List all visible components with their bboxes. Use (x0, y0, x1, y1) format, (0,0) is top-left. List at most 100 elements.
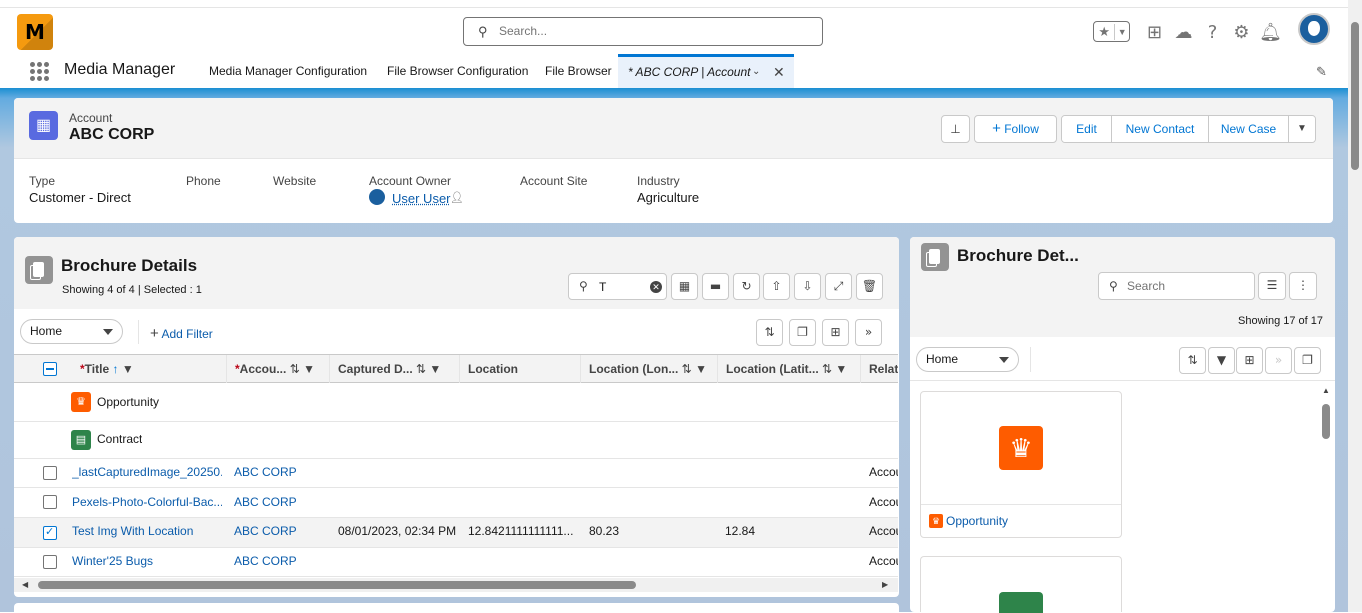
sort-icon[interactable]: ⇅ (682, 362, 692, 376)
gear-icon[interactable]: ⚙ (1227, 22, 1256, 43)
sort-icon[interactable]: ⇅ (1179, 347, 1206, 374)
expand-icon[interactable]: ⤢ (825, 273, 852, 300)
scroll-left-icon[interactable]: ◀ (22, 580, 28, 589)
side-vertical-scrollbar[interactable]: ▲ (1320, 386, 1332, 610)
record-name: ABC CORP (69, 126, 155, 143)
copy-icon[interactable]: ❐ (1294, 347, 1321, 374)
filter-icon[interactable]: ▼ (1208, 347, 1235, 374)
more-actions-button[interactable]: ▼ (1289, 116, 1315, 142)
tab-media-manager-configuration[interactable]: Media Manager Configuration (209, 54, 367, 88)
edit-button[interactable]: Edit (1062, 116, 1112, 142)
side-folder-select[interactable]: Home (916, 347, 1019, 372)
search-icon: ⚲ (478, 24, 488, 39)
row-checkbox[interactable] (43, 555, 57, 569)
row-title-link[interactable]: Pexels-Photo-Colorful-Bac... (72, 495, 222, 509)
row-account-link[interactable]: ABC CORP (234, 524, 297, 538)
more-options-icon[interactable]: ⋮ (1289, 272, 1317, 300)
close-icon[interactable]: ✕ (773, 57, 785, 87)
sort-icon[interactable]: ⇅ (290, 362, 300, 376)
tab-abc-corp-account[interactable]: * ABC CORP | Account ⌄ ✕ (618, 54, 794, 88)
row-account-link[interactable]: ABC CORP (234, 465, 297, 479)
row-title-link[interactable]: Test Img With Location (72, 524, 222, 538)
owner-avatar (369, 189, 385, 205)
list-view-icon[interactable]: ☰ (1258, 272, 1286, 300)
chevron-down-icon[interactable]: ⌄ (752, 57, 760, 87)
col-location-lat[interactable]: Location (Latit... ⇅ ▼ (718, 355, 861, 383)
app-launcher-icon[interactable] (30, 62, 49, 81)
app-logo[interactable]: M (17, 14, 53, 50)
add-icon[interactable]: ⊞ (1140, 22, 1169, 43)
col-location-lon[interactable]: Location (Lon... ⇅ ▼ (581, 355, 718, 383)
side-search-input[interactable]: ⚲ Search (1098, 272, 1255, 300)
edit-nav-icon[interactable]: ✎ (1316, 64, 1327, 80)
scroll-right-icon[interactable]: ▶ (882, 580, 888, 589)
clear-icon[interactable]: ✕ (650, 281, 662, 293)
folder-row[interactable]: ♛ Opportunity (14, 384, 898, 422)
new-case-button[interactable]: New Case (1209, 116, 1289, 142)
col-location[interactable]: Location (460, 355, 581, 383)
folder-tile[interactable]: ♛ ♛ Opportunity (920, 391, 1122, 538)
col-related[interactable]: Relat (861, 355, 898, 383)
filter-icon[interactable]: ▼ (122, 362, 134, 376)
new-folder-icon[interactable]: ⊞ (822, 319, 849, 346)
refresh-icon[interactable]: ↻ (733, 273, 760, 300)
table-view-icon[interactable]: ▬ (702, 273, 729, 300)
chevron-down-icon: ▼ (1117, 26, 1127, 37)
help-icon[interactable]: ? (1198, 22, 1227, 43)
delete-icon[interactable]: 🗑︎ (856, 273, 883, 300)
search-placeholder: Search... (499, 24, 548, 38)
tile-label[interactable]: Opportunity (946, 514, 1008, 528)
scrollbar-thumb[interactable] (38, 581, 636, 589)
row-checkbox[interactable] (43, 495, 57, 509)
sort-icon[interactable]: ⇅ (756, 319, 783, 346)
download-icon[interactable]: ⇩ (794, 273, 821, 300)
table-row[interactable]: Winter'25 Bugs ABC CORP Accou (14, 548, 898, 577)
user-avatar[interactable] (1298, 13, 1330, 45)
sort-icon[interactable]: ⇅ (416, 362, 426, 376)
new-folder-icon[interactable]: ⊞ (1236, 347, 1263, 374)
row-account-link[interactable]: ABC CORP (234, 495, 297, 509)
hierarchy-button[interactable]: ⊥ (941, 115, 970, 143)
trailhead-icon[interactable]: ☁ (1169, 22, 1198, 43)
table-row-selected[interactable]: Test Img With Location ABC CORP 08/01/20… (14, 518, 898, 548)
row-checkbox[interactable] (43, 466, 57, 480)
upload-icon[interactable]: ⇧ (763, 273, 790, 300)
col-title[interactable]: *Title ↑ ▼ (72, 355, 227, 383)
follow-button[interactable]: + Follow (974, 115, 1057, 143)
copy-icon[interactable]: ❐ (789, 319, 816, 346)
account-owner-link[interactable]: User User (392, 191, 451, 206)
change-owner-icon[interactable]: 👤︎ (450, 191, 464, 204)
global-search-input[interactable]: ⚲ Search... (463, 17, 823, 46)
table-row[interactable]: _lastCapturedImage_20250... ABC CORP Acc… (14, 459, 898, 488)
filter-icon[interactable]: ▼ (695, 362, 707, 376)
move-folder-icon[interactable]: » (855, 319, 882, 346)
folder-tile[interactable] (920, 556, 1122, 613)
sort-asc-icon[interactable]: ↑ (112, 362, 118, 376)
table-search-input[interactable]: ⚲ T ✕ (568, 273, 667, 300)
row-checkbox-checked[interactable] (43, 525, 57, 540)
row-title-link[interactable]: Winter'25 Bugs (72, 554, 222, 568)
tab-file-browser[interactable]: File Browser (545, 54, 612, 88)
horizontal-scrollbar[interactable]: ◀ ▶ (14, 578, 898, 592)
row-account-link[interactable]: ABC CORP (234, 554, 297, 568)
folder-select[interactable]: Home (20, 319, 123, 344)
bell-icon[interactable]: 🔔︎ (1256, 22, 1285, 43)
field-label-industry: Industry (637, 174, 680, 188)
filter-icon[interactable]: ▼ (429, 362, 441, 376)
grid-view-icon[interactable]: ▦ (671, 273, 698, 300)
side-folder-select-value: Home (926, 352, 959, 366)
filter-icon[interactable]: ▼ (303, 362, 315, 376)
col-captured-date[interactable]: Captured D... ⇅ ▼ (330, 355, 460, 383)
row-title-link[interactable]: _lastCapturedImage_20250... (72, 465, 222, 479)
page-vertical-scrollbar[interactable] (1348, 0, 1362, 612)
folder-row[interactable]: ▤ Contract (14, 422, 898, 459)
col-account[interactable]: *Accou... ⇅ ▼ (227, 355, 330, 383)
filter-icon[interactable]: ▼ (835, 362, 847, 376)
add-filter-button[interactable]: + Add Filter (150, 325, 213, 342)
favorites-button[interactable]: ★ ▼ (1093, 21, 1130, 42)
new-contact-button[interactable]: New Contact (1112, 116, 1209, 142)
tab-file-browser-configuration[interactable]: File Browser Configuration (387, 54, 528, 88)
select-all-checkbox[interactable] (43, 362, 57, 376)
table-row[interactable]: Pexels-Photo-Colorful-Bac... ABC CORP Ac… (14, 488, 898, 518)
sort-icon[interactable]: ⇅ (822, 362, 832, 376)
